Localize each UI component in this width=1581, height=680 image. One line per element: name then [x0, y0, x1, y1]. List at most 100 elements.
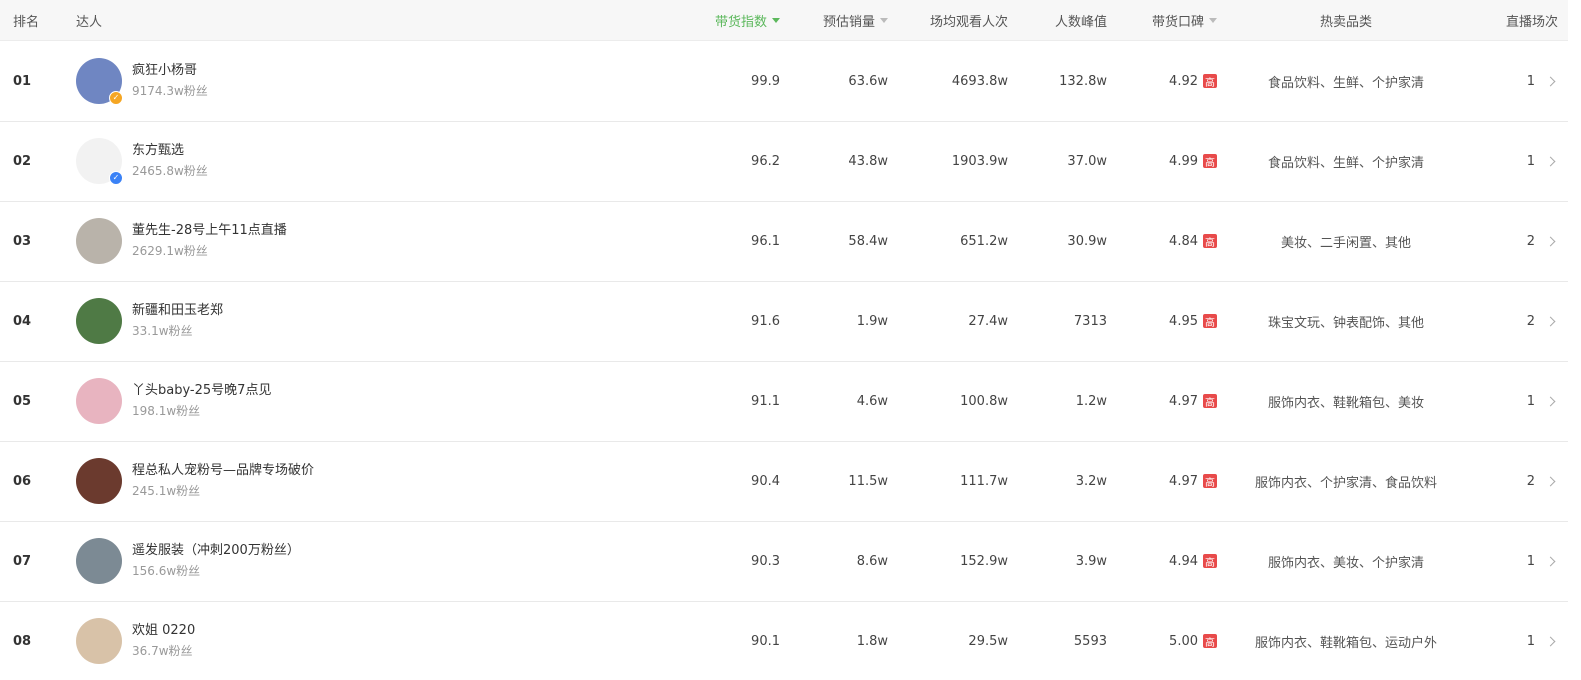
sort-by-index[interactable]: 带货指数: [620, 0, 780, 40]
talent-name[interactable]: 疯狂小杨哥: [132, 61, 208, 81]
verified-badge-icon: ✓: [109, 171, 123, 185]
avatar[interactable]: [76, 218, 122, 264]
fans-count: 2465.8w粉丝: [132, 164, 208, 178]
header-talent: 达人: [76, 14, 103, 30]
rank-number: 03: [13, 233, 32, 249]
talent-name[interactable]: 欢姐 0220: [132, 621, 195, 641]
avg-views: 651.2w: [960, 233, 1008, 249]
reputation-score: 4.97: [1169, 393, 1198, 409]
rank-number: 08: [13, 633, 32, 649]
chevron-right-icon[interactable]: [1545, 556, 1556, 566]
sales-index: 99.9: [751, 73, 780, 89]
estimated-sales: 58.4w: [848, 233, 888, 249]
avatar[interactable]: ✓: [76, 138, 123, 185]
sales-index: 91.6: [751, 313, 780, 329]
chevron-right-icon[interactable]: [1545, 316, 1556, 326]
hot-categories: 服饰内衣、美妆、个护家清: [1267, 555, 1424, 571]
chevron-right-icon[interactable]: [1545, 396, 1556, 406]
avatar[interactable]: ✓: [76, 58, 123, 105]
header-views: 场均观看人次: [929, 14, 1008, 30]
fans-count: 198.1w粉丝: [132, 404, 201, 418]
high-badge: 高: [1203, 474, 1217, 489]
estimated-sales: 1.9w: [856, 313, 888, 329]
table-row[interactable]: 08 欢姐 0220 36.7w粉丝 90.1 1.8w 29.5w 5593 …: [0, 601, 1568, 680]
estimated-sales: 11.5w: [848, 473, 888, 489]
chevron-right-icon[interactable]: [1545, 156, 1556, 166]
reputation-score: 4.94: [1169, 553, 1198, 569]
estimated-sales: 8.6w: [856, 553, 888, 569]
fans-count: 245.1w粉丝: [132, 484, 201, 498]
hot-categories: 食品饮料、生鲜、个护家清: [1267, 75, 1424, 91]
estimated-sales: 43.8w: [848, 153, 888, 169]
estimated-sales: 63.6w: [848, 73, 888, 89]
sales-index: 96.2: [751, 153, 780, 169]
chevron-right-icon[interactable]: [1545, 636, 1556, 646]
sales-index: 90.3: [751, 553, 780, 569]
hot-categories: 美妆、二手闲置、其他: [1280, 235, 1411, 251]
talent-name[interactable]: 董先生-28号上午11点直播: [132, 221, 287, 241]
high-badge: 高: [1203, 634, 1217, 649]
table-row[interactable]: 06 程总私人宠粉号—品牌专场破价 245.1w粉丝 90.4 11.5w 11…: [0, 441, 1568, 522]
avg-views: 29.5w: [968, 633, 1008, 649]
sort-by-reputation[interactable]: 带货口碑: [1120, 0, 1217, 40]
session-count: 1: [1526, 393, 1535, 409]
table-row[interactable]: 04 新疆和田玉老郑 33.1w粉丝 91.6 1.9w 27.4w 7313 …: [0, 281, 1568, 362]
reputation-score: 4.97: [1169, 473, 1198, 489]
rank-number: 02: [13, 153, 32, 169]
table-row[interactable]: 02 ✓ 东方甄选 2465.8w粉丝 96.2 43.8w 1903.9w 3…: [0, 121, 1568, 202]
ranking-table: 排名 达人 带货指数 预估销量 场均观看人次 人数峰值 带货口碑 热卖品类 直播…: [0, 0, 1568, 680]
peak-viewers: 7313: [1073, 313, 1107, 329]
sort-by-sales[interactable]: 预估销量: [790, 0, 888, 40]
verified-badge-icon: ✓: [109, 91, 123, 105]
session-count: 2: [1526, 313, 1535, 329]
avatar[interactable]: [76, 298, 122, 344]
reputation-score: 4.95: [1169, 313, 1198, 329]
sales-index: 96.1: [751, 233, 780, 249]
rank-number: 01: [13, 73, 32, 89]
high-badge: 高: [1203, 234, 1217, 249]
peak-viewers: 37.0w: [1067, 153, 1107, 169]
session-count: 1: [1526, 153, 1535, 169]
fans-count: 33.1w粉丝: [132, 324, 193, 338]
avatar[interactable]: [76, 618, 122, 664]
estimated-sales: 1.8w: [856, 633, 888, 649]
avatar[interactable]: [76, 538, 122, 584]
avatar[interactable]: [76, 378, 122, 424]
chevron-right-icon[interactable]: [1545, 76, 1556, 86]
talent-name[interactable]: 新疆和田玉老郑: [132, 301, 223, 321]
table-row[interactable]: 03 董先生-28号上午11点直播 2629.1w粉丝 96.1 58.4w 6…: [0, 201, 1568, 282]
session-count: 2: [1526, 233, 1535, 249]
talent-name[interactable]: 丫头baby-25号晚7点见: [132, 381, 271, 401]
rank-number: 05: [13, 393, 32, 409]
session-count: 1: [1526, 553, 1535, 569]
hot-categories: 珠宝文玩、钟表配饰、其他: [1267, 315, 1424, 331]
high-badge: 高: [1203, 154, 1217, 169]
avatar[interactable]: [76, 458, 122, 504]
sales-index: 90.1: [751, 633, 780, 649]
avg-views: 1903.9w: [951, 153, 1008, 169]
estimated-sales: 4.6w: [856, 393, 888, 409]
table-row[interactable]: 05 丫头baby-25号晚7点见 198.1w粉丝 91.1 4.6w 100…: [0, 361, 1568, 442]
avg-views: 27.4w: [968, 313, 1008, 329]
table-row[interactable]: 01 ✓ 疯狂小杨哥 9174.3w粉丝 99.9 63.6w 4693.8w …: [0, 41, 1568, 122]
talent-name[interactable]: 东方甄选: [132, 141, 208, 161]
sort-desc-icon: [772, 17, 780, 23]
talent-name[interactable]: 程总私人宠粉号—品牌专场破价: [132, 461, 314, 481]
avg-views: 4693.8w: [951, 73, 1008, 89]
rank-number: 04: [13, 313, 32, 329]
chevron-right-icon[interactable]: [1545, 236, 1556, 246]
high-badge: 高: [1203, 554, 1217, 569]
table-row[interactable]: 07 遥发服装（冲刺200万粉丝） 156.6w粉丝 90.3 8.6w 152…: [0, 521, 1568, 602]
chevron-right-icon[interactable]: [1545, 476, 1556, 486]
sort-icon: [880, 17, 888, 23]
sales-index: 91.1: [751, 393, 780, 409]
talent-name[interactable]: 遥发服装（冲刺200万粉丝）: [132, 541, 300, 561]
hot-categories: 服饰内衣、鞋靴箱包、运动户外: [1254, 635, 1437, 651]
session-count: 1: [1526, 73, 1535, 89]
reputation-score: 5.00: [1169, 633, 1198, 649]
sort-icon: [1209, 17, 1217, 23]
reputation-score: 4.92: [1169, 73, 1198, 89]
reputation-score: 4.99: [1169, 153, 1198, 169]
fans-count: 36.7w粉丝: [132, 644, 193, 658]
header-categories: 热卖品类: [1319, 14, 1372, 30]
